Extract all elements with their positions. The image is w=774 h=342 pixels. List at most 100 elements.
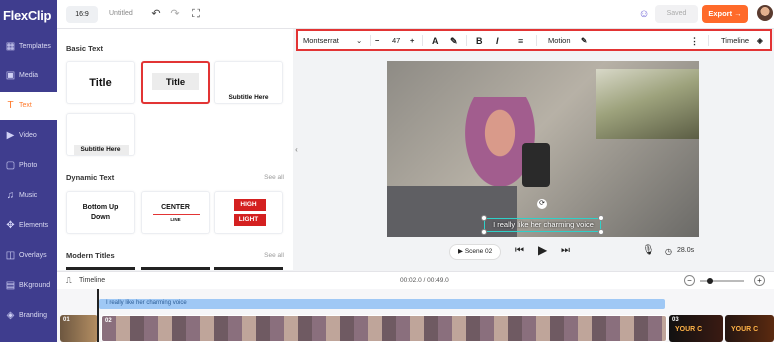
layers-icon[interactable]: ◈ xyxy=(757,34,763,48)
see-all-link[interactable]: See all xyxy=(264,252,284,259)
sidebar-item-label: BKground xyxy=(19,282,51,289)
saved-button[interactable]: Saved xyxy=(655,5,698,23)
clip-text: YOUR C xyxy=(731,326,759,333)
dynamic-card-bottom-up-down[interactable]: Bottom Up Down xyxy=(66,191,135,234)
undo-icon[interactable]: ↶ xyxy=(150,7,162,21)
top-bar: 16:9 Untitled ↶ ↷ ⛶ ☺ Saved Export → xyxy=(57,0,774,29)
avatar[interactable] xyxy=(757,5,773,21)
sidebar-item-templates[interactable]: ▦ Templates xyxy=(0,33,57,61)
scene-clip[interactable]: 03 YOUR C xyxy=(669,315,723,342)
subtitle-text-box[interactable]: I really like her charming voice xyxy=(484,218,601,232)
resize-handle[interactable] xyxy=(481,215,487,221)
card-label: LINE xyxy=(170,217,181,222)
motion-button[interactable]: Motion xyxy=(548,34,571,48)
zoom-out-icon[interactable]: − xyxy=(684,275,695,286)
font-size-input[interactable]: 47 xyxy=(392,34,400,48)
sidebar-item-photo[interactable]: ▢ Photo xyxy=(0,152,57,180)
sidebar-item-media[interactable]: ▣ Media xyxy=(0,62,57,90)
sidebar-item-label: Photo xyxy=(19,162,38,169)
highlight-color-icon[interactable]: ✎ xyxy=(450,34,458,48)
card-label: Title xyxy=(89,77,112,89)
scene-duration[interactable]: 28.0s xyxy=(677,247,694,254)
clip-number: 03 xyxy=(672,317,679,323)
text-color-icon[interactable]: A xyxy=(432,34,439,48)
next-icon[interactable]: ⏭ xyxy=(561,245,570,256)
redo-icon[interactable]: ↷ xyxy=(169,7,181,21)
sidebar-item-branding[interactable]: ◈ Branding xyxy=(0,302,57,330)
export-button[interactable]: Export → xyxy=(702,5,748,23)
timeline-icon: ⎍ xyxy=(66,276,72,285)
font-size-decrease-button[interactable]: − xyxy=(375,34,379,48)
text-icon: T xyxy=(7,100,14,111)
chat-icon[interactable]: ☺ xyxy=(638,7,650,21)
timeline-tracks: I really like her charming voice 01 02 0… xyxy=(57,289,774,342)
card-label: Title xyxy=(165,77,186,88)
sidebar-item-overlays[interactable]: ◫ Overlays xyxy=(0,242,57,270)
italic-button[interactable]: I xyxy=(496,34,499,48)
fullscreen-icon[interactable]: ⛶ xyxy=(190,7,202,21)
sidebar-item-video[interactable]: ▶ Video xyxy=(0,122,57,150)
app-logo: FlexClip xyxy=(3,8,52,23)
timeline-header: ⎍ Timeline 00:02.0 / 00:49.0 − + xyxy=(57,271,774,289)
scene-clip-selected[interactable]: 02 xyxy=(101,315,667,342)
microphone-icon[interactable]: 🎙 xyxy=(642,245,655,256)
sidebar-item-music[interactable]: ♫ Music xyxy=(0,182,57,210)
scene-clip[interactable]: 01 xyxy=(60,315,98,342)
left-sidebar: FlexClip ▦ Templates ▣ Media T Text ▶ Vi… xyxy=(0,0,57,342)
dynamic-card-highlight[interactable]: HIGH LIGHT xyxy=(214,191,283,234)
play-small-icon: ▶ xyxy=(458,248,465,255)
more-options-icon[interactable]: ⋮ xyxy=(690,34,699,48)
card-label: CENTER xyxy=(161,204,190,211)
edit-pen-icon[interactable]: ✎ xyxy=(581,34,587,48)
section-title-modern-titles: Modern Titles xyxy=(66,251,115,260)
resize-handle[interactable] xyxy=(598,229,604,235)
card-label: Subtitle Here xyxy=(80,146,121,153)
microphone-image xyxy=(522,143,550,187)
sidebar-item-text[interactable]: T Text xyxy=(0,92,57,120)
text-card-subtitle[interactable]: Subtitle Here xyxy=(214,61,283,104)
scene-selector[interactable]: ▶ Scene 02 xyxy=(449,244,501,260)
text-card-title-boxed[interactable]: Title xyxy=(141,61,210,104)
text-card-subtitle-boxed[interactable]: Subtitle Here xyxy=(66,113,135,156)
card-label: HIGH xyxy=(240,201,257,208)
playhead[interactable] xyxy=(97,289,99,342)
text-track-clip[interactable]: I really like her charming voice xyxy=(99,299,665,309)
sidebar-item-label: Text xyxy=(19,102,32,109)
section-title-basic-text: Basic Text xyxy=(66,44,103,53)
font-family-select[interactable]: Montserrat xyxy=(303,34,339,48)
card-label: LIGHT xyxy=(238,216,259,223)
timeline-toggle-button[interactable]: Timeline xyxy=(721,34,749,48)
media-icon: ▣ xyxy=(5,70,16,81)
aspect-ratio-button[interactable]: 16:9 xyxy=(66,6,98,23)
background-icon: ▤ xyxy=(5,280,16,291)
sidebar-item-bkground[interactable]: ▤ BKground xyxy=(0,272,57,300)
text-card-title[interactable]: Title xyxy=(66,61,135,104)
resize-handle[interactable] xyxy=(598,215,604,221)
zoom-in-icon[interactable]: + xyxy=(754,275,765,286)
sidebar-item-elements[interactable]: ✥ Elements xyxy=(0,212,57,240)
zoom-slider-handle[interactable] xyxy=(707,278,713,284)
sidebar-item-label: Overlays xyxy=(19,252,47,259)
elements-icon: ✥ xyxy=(6,220,15,231)
bold-button[interactable]: B xyxy=(476,34,483,48)
sidebar-item-label: Media xyxy=(19,72,39,79)
dynamic-card-center-line[interactable]: CENTER LINE xyxy=(141,191,210,234)
see-all-link[interactable]: See all xyxy=(264,174,284,181)
previous-icon[interactable]: ⏮ xyxy=(515,245,524,256)
video-icon: ▶ xyxy=(6,130,15,141)
font-size-increase-button[interactable]: + xyxy=(410,34,414,48)
templates-icon: ▦ xyxy=(5,41,16,52)
sidebar-item-label: Elements xyxy=(19,222,49,229)
align-icon[interactable]: ≡ xyxy=(518,34,523,48)
chevron-down-icon[interactable]: ⌄ xyxy=(356,34,362,48)
section-title-dynamic-text: Dynamic Text xyxy=(66,173,115,182)
rotate-icon[interactable]: ⟳ xyxy=(537,199,547,209)
play-icon[interactable]: ▶ xyxy=(538,243,547,257)
scene-clip[interactable]: YOUR C xyxy=(725,315,774,342)
project-title[interactable]: Untitled xyxy=(109,10,133,17)
subtitle-text[interactable]: I really like her charming voice xyxy=(485,220,602,229)
pip-overlay-video[interactable] xyxy=(596,69,699,139)
collapse-panel-button[interactable]: ‹ xyxy=(293,140,300,160)
video-canvas[interactable]: I really like her charming voice ⟳ xyxy=(387,61,699,237)
resize-handle[interactable] xyxy=(481,229,487,235)
